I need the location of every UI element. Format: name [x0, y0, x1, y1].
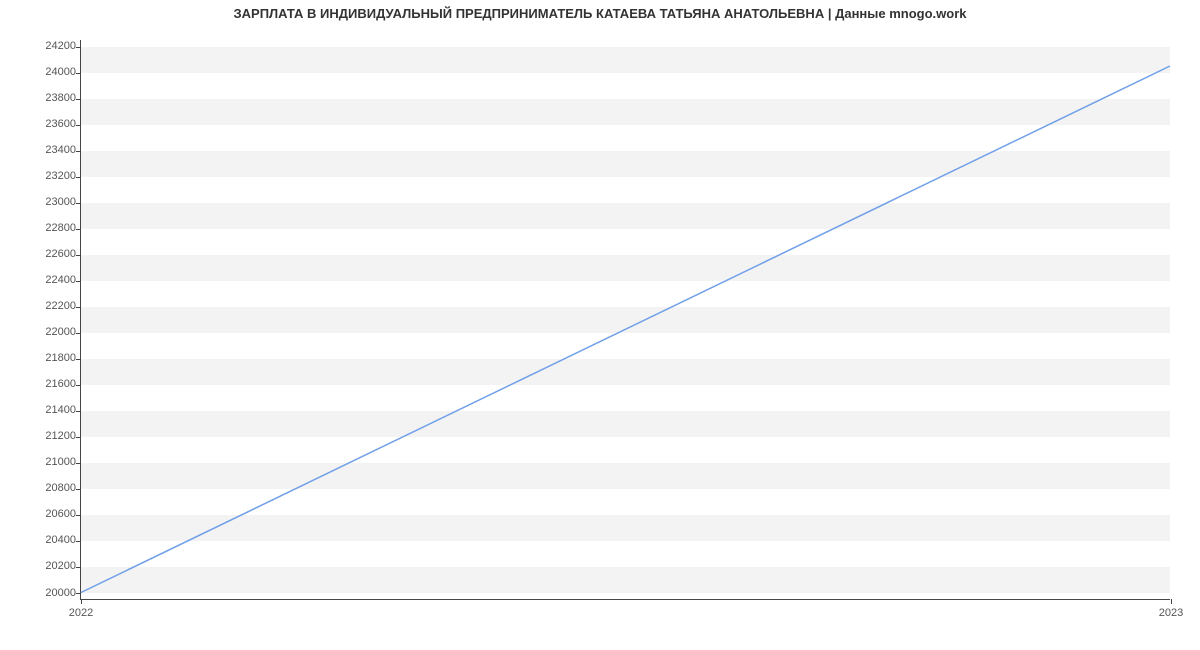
y-tick-mark — [76, 541, 81, 542]
y-tick-mark — [76, 99, 81, 100]
y-tick-mark — [76, 73, 81, 74]
y-tick-mark — [76, 515, 81, 516]
x-tick-label: 2022 — [69, 607, 93, 619]
y-tick-mark — [76, 203, 81, 204]
y-tick-label: 22600 — [26, 248, 76, 260]
y-tick-mark — [76, 281, 81, 282]
y-tick-mark — [76, 411, 81, 412]
y-tick-label: 22800 — [26, 222, 76, 234]
y-tick-label: 20000 — [26, 587, 76, 599]
y-tick-label: 24000 — [26, 66, 76, 78]
y-tick-mark — [76, 47, 81, 48]
x-tick-mark — [1171, 599, 1172, 604]
plot-area: 2000020200204002060020800210002120021400… — [80, 40, 1170, 600]
y-tick-label: 22400 — [26, 274, 76, 286]
y-tick-mark — [76, 567, 81, 568]
y-tick-label: 21600 — [26, 378, 76, 390]
data-line — [81, 66, 1170, 593]
y-tick-label: 22000 — [26, 326, 76, 338]
y-tick-mark — [76, 177, 81, 178]
x-tick-mark — [81, 599, 82, 604]
y-tick-label: 20400 — [26, 534, 76, 546]
y-tick-label: 20600 — [26, 508, 76, 520]
y-tick-mark — [76, 333, 81, 334]
y-tick-label: 23400 — [26, 144, 76, 156]
y-tick-mark — [76, 307, 81, 308]
y-tick-mark — [76, 125, 81, 126]
y-tick-label: 21800 — [26, 352, 76, 364]
y-tick-mark — [76, 593, 81, 594]
y-tick-mark — [76, 255, 81, 256]
y-tick-label: 21200 — [26, 430, 76, 442]
y-tick-label: 23600 — [26, 118, 76, 130]
y-tick-mark — [76, 385, 81, 386]
y-tick-label: 23200 — [26, 170, 76, 182]
chart-title: ЗАРПЛАТА В ИНДИВИДУАЛЬНЫЙ ПРЕДПРИНИМАТЕЛ… — [0, 6, 1200, 21]
y-tick-mark — [76, 463, 81, 464]
y-tick-label: 21400 — [26, 404, 76, 416]
y-tick-label: 23000 — [26, 196, 76, 208]
y-tick-mark — [76, 229, 81, 230]
y-tick-mark — [76, 489, 81, 490]
x-tick-label: 2023 — [1159, 607, 1183, 619]
line-layer — [81, 40, 1170, 599]
chart: ЗАРПЛАТА В ИНДИВИДУАЛЬНЫЙ ПРЕДПРИНИМАТЕЛ… — [0, 0, 1200, 650]
y-tick-label: 23800 — [26, 92, 76, 104]
y-tick-label: 20800 — [26, 482, 76, 494]
y-tick-label: 21000 — [26, 456, 76, 468]
y-tick-label: 22200 — [26, 300, 76, 312]
y-tick-mark — [76, 359, 81, 360]
y-tick-label: 24200 — [26, 40, 76, 52]
y-tick-label: 20200 — [26, 560, 76, 572]
y-tick-mark — [76, 437, 81, 438]
y-tick-mark — [76, 151, 81, 152]
